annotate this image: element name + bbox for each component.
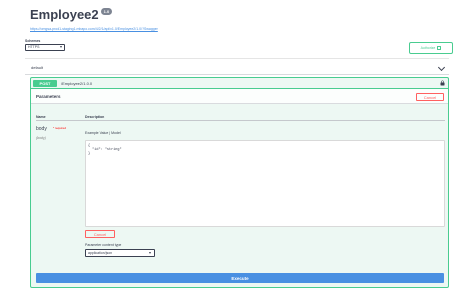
column-header-description: Description	[85, 115, 105, 119]
tag-name: default	[31, 65, 44, 70]
version-badge: 1.0	[100, 8, 113, 15]
api-url-link[interactable]: https://omgsa-prod1-staging1.mbapo.com/4…	[30, 27, 158, 31]
api-title-row: Employee2 1.0	[30, 7, 113, 23]
example-model-tabs[interactable]: Example Value | Model	[85, 131, 121, 135]
authorize-label: Authorize	[420, 46, 436, 50]
header-divider	[25, 58, 449, 59]
parameters-title: Parameters	[36, 94, 61, 99]
content-type-select[interactable]: application/json	[85, 249, 155, 257]
content-type-label: Parameter content type	[85, 243, 122, 247]
param-location: (body)	[36, 136, 46, 140]
schemes-label: Schemes	[25, 39, 41, 43]
param-required-marker: * required	[53, 126, 67, 130]
schemes-selected-value: HTTPS	[28, 45, 40, 49]
api-title: Employee2	[30, 7, 99, 22]
operation-block: POST /Employee2/1.0.0 Parameters Cancel …	[30, 77, 449, 288]
column-divider	[36, 120, 445, 121]
column-header-name: Name	[36, 115, 46, 119]
chevron-down-icon	[60, 46, 62, 48]
cancel-button[interactable]: Cancel	[85, 230, 115, 238]
param-name: body	[36, 126, 47, 132]
operation-summary[interactable]: POST /Employee2/1.0.0	[31, 78, 448, 89]
authorize-button[interactable]: Authorize	[409, 42, 453, 54]
schemes-select[interactable]: HTTPS	[25, 44, 65, 51]
lock-icon	[437, 46, 442, 50]
content-type-selected-value: application/json	[88, 251, 113, 255]
tag-section-default[interactable]: default	[25, 60, 449, 75]
cancel-try-out-button[interactable]: Cancel	[416, 93, 444, 101]
method-badge: POST	[33, 80, 57, 87]
body-textarea[interactable]: { "id": "string" }	[85, 140, 445, 227]
lock-icon[interactable]	[440, 80, 445, 86]
operation-path: /Employee2/1.0.0	[61, 81, 93, 86]
execute-button[interactable]: Execute	[36, 273, 444, 283]
chevron-down-icon[interactable]	[437, 63, 446, 72]
parameters-header: Parameters Cancel	[31, 89, 448, 104]
schemes-group: Schemes HTTPS	[25, 39, 65, 51]
chevron-down-icon	[149, 252, 151, 254]
